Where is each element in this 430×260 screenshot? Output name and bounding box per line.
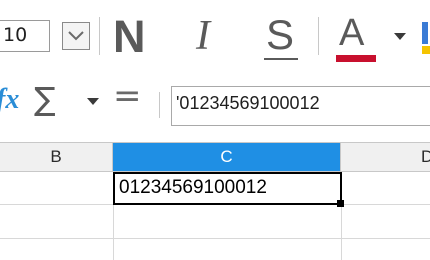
sum-icon[interactable]: ∑ — [34, 80, 56, 118]
function-wizard-icon[interactable]: fx — [0, 84, 19, 116]
fill-handle[interactable] — [337, 200, 344, 207]
column-header-row: B C D — [0, 142, 430, 172]
strikethrough-button[interactable]: S — [266, 11, 294, 59]
active-cell-c[interactable]: 01234569100012 — [113, 172, 342, 205]
formula-input[interactable]: '01234569100012 — [171, 86, 430, 126]
toolbar-separator — [318, 17, 319, 55]
row-gridline — [0, 238, 430, 239]
cell-value: 01234569100012 — [119, 177, 267, 198]
column-header-c[interactable]: C — [113, 143, 341, 171]
font-color-dropdown-icon[interactable] — [394, 33, 406, 41]
formula-separator — [159, 92, 160, 118]
highlight-color-icon[interactable] — [422, 20, 430, 56]
formula-bar: fx ∑ = '01234569100012 — [0, 62, 430, 142]
font-size-field[interactable]: 10 — [0, 20, 50, 52]
sum-dropdown-icon[interactable] — [87, 98, 99, 106]
strikethrough-underline-icon — [264, 58, 298, 60]
chevron-down-icon — [68, 31, 84, 41]
column-header-b[interactable]: B — [0, 143, 113, 171]
font-size-value: 10 — [3, 24, 28, 46]
font-size-dropdown-button[interactable] — [62, 22, 90, 50]
font-color-swatch — [336, 55, 376, 62]
column-header-d[interactable]: D — [341, 143, 430, 171]
bold-button[interactable]: N — [113, 11, 146, 63]
formatting-toolbar: 10 N I S A — [0, 0, 430, 62]
toolbar-separator — [99, 17, 100, 55]
spreadsheet-grid[interactable]: 01234569100012 — [0, 172, 430, 260]
formula-input-text: '01234569100012 — [176, 93, 320, 113]
italic-button[interactable]: I — [196, 12, 210, 60]
font-color-button[interactable]: A — [339, 12, 364, 55]
formula-equals-icon[interactable]: = — [113, 76, 142, 116]
